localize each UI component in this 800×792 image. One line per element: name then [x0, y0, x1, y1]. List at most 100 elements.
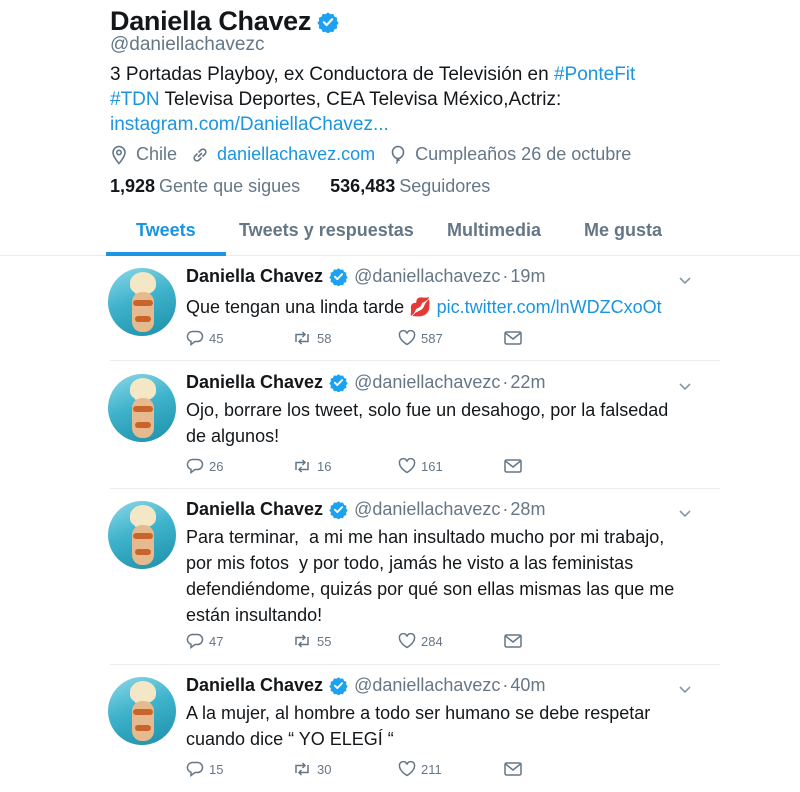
- tweet-header: Daniella Chavez @daniellachavezc · 40m: [186, 675, 545, 696]
- like-button[interactable]: 587: [398, 330, 504, 346]
- kiss-emoji: 💋: [409, 297, 432, 317]
- like-button[interactable]: 284: [398, 633, 504, 649]
- followers-label: Seguidores: [399, 176, 491, 196]
- profile-name-row: Daniella Chavez: [110, 6, 339, 37]
- verified-badge-icon: [329, 374, 348, 392]
- tweet-author-name[interactable]: Daniella Chavez: [186, 675, 323, 696]
- envelope-icon: [504, 634, 522, 648]
- reply-icon: [186, 458, 204, 474]
- retweet-button[interactable]: 30: [292, 761, 398, 777]
- separator-dot: ·: [502, 266, 509, 286]
- heart-icon: [398, 761, 416, 777]
- like-count: 587: [421, 330, 443, 346]
- like-button[interactable]: 161: [398, 458, 504, 474]
- birthday-text: Cumpleaños 26 de octubre: [415, 144, 632, 164]
- tweet-text: Para terminar, a mi me han insultado muc…: [186, 527, 680, 625]
- profile-meta: Chile daniellachavez.com Cumpleaños 26 d…: [110, 144, 645, 165]
- tweet-handle[interactable]: @daniellachavezc: [354, 372, 500, 393]
- separator-dot: ·: [502, 372, 509, 392]
- retweet-count: 30: [317, 761, 332, 777]
- separator-dot: ·: [502, 499, 509, 519]
- tweet[interactable]: Daniella Chavez @daniellachavezc · 22m O…: [0, 362, 800, 489]
- tweet-actions: 15 30 211: [186, 761, 610, 777]
- tweet-text: Ojo, borrare los tweet, solo fue un desa…: [186, 400, 669, 446]
- tweet-header: Daniella Chavez @daniellachavezc · 22m: [186, 372, 545, 393]
- tweet-timestamp[interactable]: 28m: [510, 499, 545, 520]
- retweet-icon: [295, 762, 309, 776]
- hashtag-tdn[interactable]: #TDN: [110, 89, 160, 110]
- tweet-actions: 26 16 161: [186, 458, 610, 474]
- verified-badge-icon: [329, 677, 348, 695]
- tweet-timestamp[interactable]: 19m: [510, 266, 545, 287]
- following-label: Gente que sigues: [159, 176, 301, 196]
- website-link[interactable]: daniellachavez.com: [217, 144, 375, 165]
- verified-badge-icon: [329, 501, 348, 519]
- chevron-down-icon[interactable]: [678, 276, 692, 286]
- tweet-header: Daniella Chavez @daniellachavezc · 28m: [186, 499, 545, 520]
- separator-dot: ·: [502, 675, 509, 695]
- reply-count: 15: [209, 761, 224, 777]
- reply-button[interactable]: 45: [186, 330, 292, 346]
- tweet-divider: [110, 360, 720, 361]
- link-icon: [193, 147, 207, 162]
- message-button[interactable]: [504, 459, 610, 473]
- followers-count[interactable]: 536,483 Seguidores: [330, 176, 490, 197]
- retweet-count: 55: [317, 633, 332, 649]
- tweet-author-name[interactable]: Daniella Chavez: [186, 499, 323, 520]
- message-button[interactable]: [504, 331, 610, 345]
- tweet-handle[interactable]: @daniellachavezc: [354, 675, 500, 696]
- tweet-text-body: Que tengan una linda tarde: [186, 297, 410, 317]
- avatar[interactable]: [108, 268, 176, 336]
- reply-icon: [186, 761, 204, 777]
- message-button[interactable]: [504, 762, 610, 776]
- retweet-button[interactable]: 16: [292, 458, 398, 474]
- reply-button[interactable]: 26: [186, 458, 292, 474]
- message-button[interactable]: [504, 634, 610, 648]
- tab-media[interactable]: Multimedia: [447, 220, 541, 241]
- tab-likes[interactable]: Me gusta: [584, 220, 662, 241]
- tweet-timestamp[interactable]: 40m: [510, 675, 545, 696]
- reply-button[interactable]: 47: [186, 633, 292, 649]
- avatar[interactable]: [108, 501, 176, 569]
- tweet-author-name[interactable]: Daniella Chavez: [186, 372, 323, 393]
- avatar[interactable]: [108, 677, 176, 745]
- profile-website: daniellachavez.com: [191, 144, 375, 165]
- envelope-icon: [504, 762, 522, 776]
- tweet[interactable]: Daniella Chavez @daniellachavezc · 19m Q…: [0, 256, 800, 361]
- avatar[interactable]: [108, 374, 176, 442]
- profile-bio: 3 Portadas Playboy, ex Conductora de Tel…: [110, 62, 670, 137]
- chevron-down-icon[interactable]: [678, 509, 692, 519]
- tweet-author-name[interactable]: Daniella Chavez: [186, 266, 323, 287]
- reply-button[interactable]: 15: [186, 761, 292, 777]
- chevron-down-icon[interactable]: [678, 685, 692, 695]
- tweet[interactable]: Daniella Chavez @daniellachavezc · 28m P…: [0, 489, 800, 665]
- tweet-text: A la mujer, al hombre a todo ser humano …: [186, 703, 651, 749]
- tweet[interactable]: Daniella Chavez @daniellachavezc · 40m A…: [0, 665, 800, 792]
- chevron-down-icon[interactable]: [678, 382, 692, 392]
- followers-number: 536,483: [330, 176, 396, 196]
- tweet-pic-link[interactable]: pic.twitter.com/lnWDZCxoOt: [437, 297, 662, 317]
- following-number: 1,928: [110, 176, 156, 196]
- like-button[interactable]: 211: [398, 761, 504, 777]
- envelope-icon: [504, 331, 522, 345]
- verified-badge-icon: [317, 11, 339, 33]
- tweet-handle[interactable]: @daniellachavezc: [354, 499, 500, 520]
- heart-icon: [398, 633, 416, 649]
- retweet-button[interactable]: 55: [292, 633, 398, 649]
- reply-count: 45: [209, 330, 224, 346]
- following-count[interactable]: 1,928 Gente que sigues: [110, 176, 300, 197]
- envelope-icon: [504, 459, 522, 473]
- tab-tweets-replies[interactable]: Tweets y respuestas: [239, 220, 414, 241]
- tweet-handle[interactable]: @daniellachavezc: [354, 266, 500, 287]
- tweet-timestamp[interactable]: 22m: [510, 372, 545, 393]
- verified-badge-icon: [329, 268, 348, 286]
- tweet-header: Daniella Chavez @daniellachavezc · 19m: [186, 266, 545, 287]
- bio-text-1: 3 Portadas Playboy, ex Conductora de Tel…: [110, 64, 554, 85]
- like-count: 161: [421, 458, 443, 474]
- like-count: 211: [421, 761, 442, 777]
- tab-tweets[interactable]: Tweets: [136, 220, 196, 241]
- bio-instagram-link[interactable]: instagram.com/DaniellaChavez...: [110, 114, 389, 135]
- profile-handle: @daniellachavezc: [110, 34, 265, 55]
- retweet-button[interactable]: 58: [292, 330, 398, 346]
- hashtag-pontefit[interactable]: #PonteFit: [554, 64, 635, 85]
